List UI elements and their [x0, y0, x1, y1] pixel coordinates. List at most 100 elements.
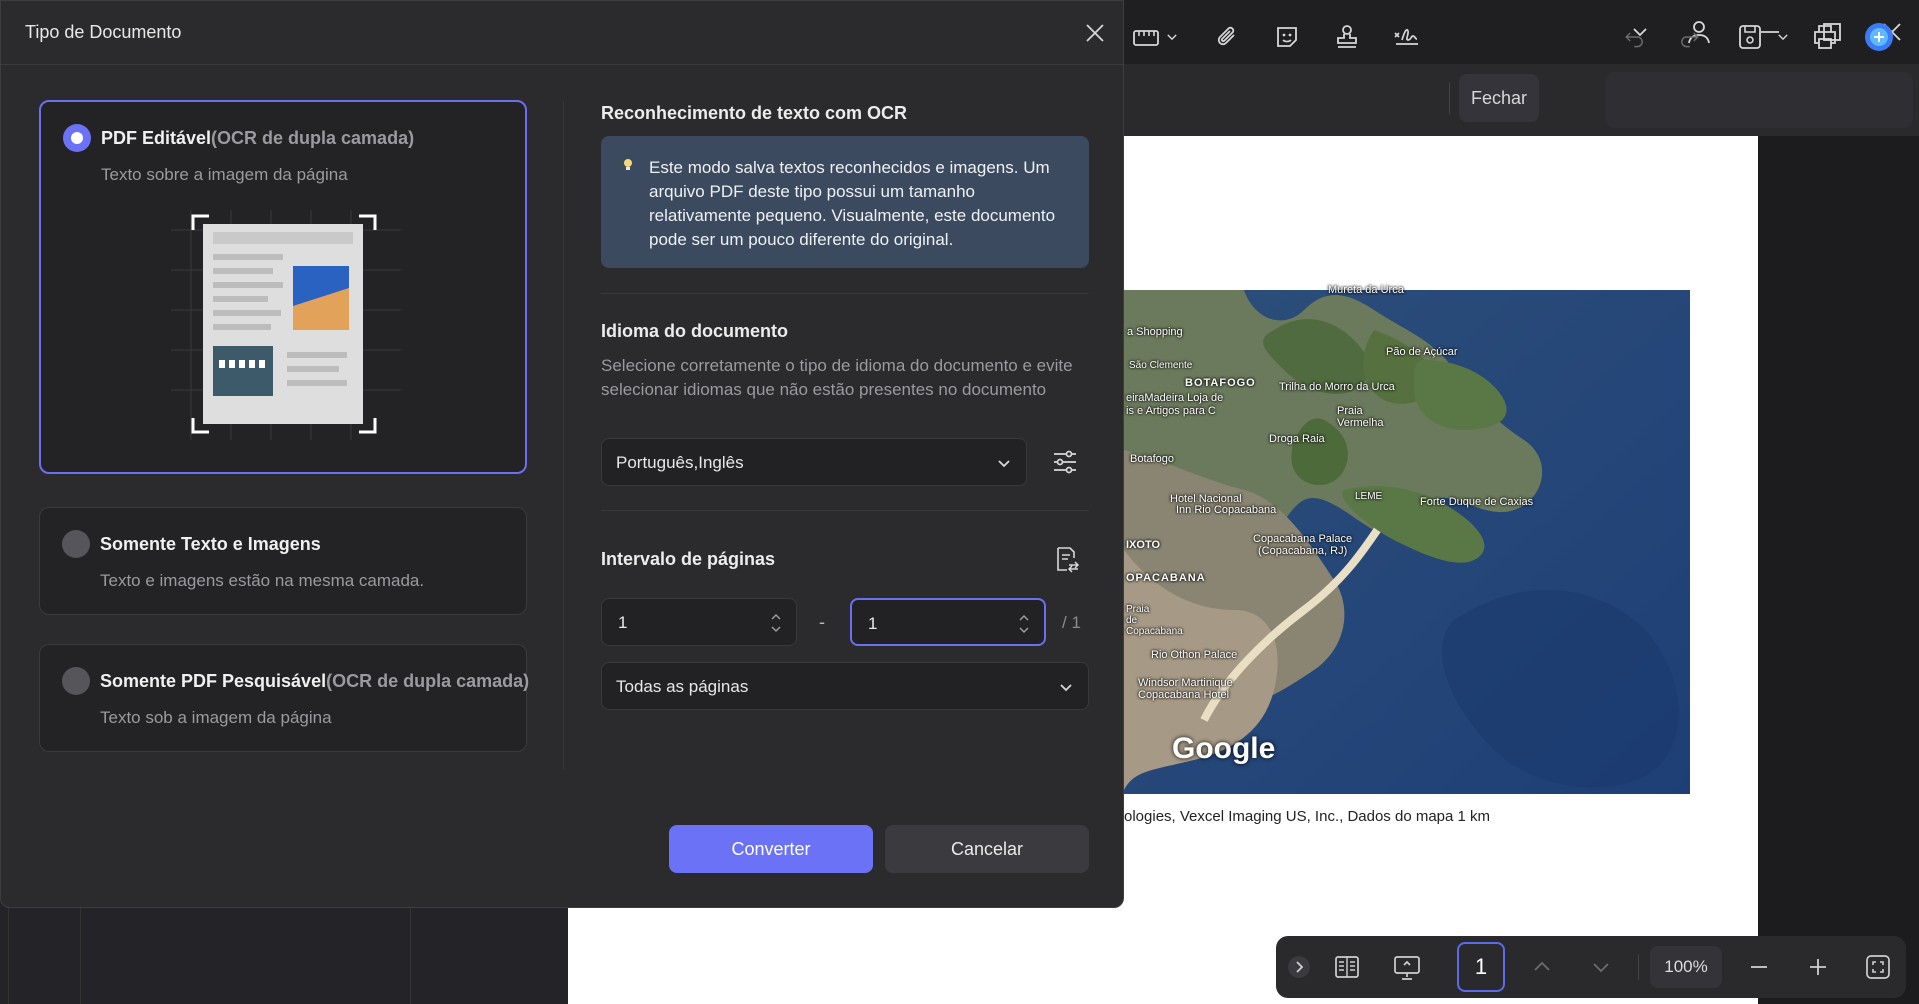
stepper-icon[interactable] — [1018, 610, 1030, 638]
zoom-level[interactable]: 100% — [1650, 946, 1722, 988]
file-actions-group — [1605, 72, 1913, 128]
dialog-column-divider — [563, 101, 564, 769]
language-section-title: Idioma do documento — [601, 321, 788, 341]
page-range-swap-icon[interactable] — [1048, 541, 1084, 577]
attachment-icon[interactable] — [1209, 18, 1247, 56]
fit-page-icon[interactable] — [1861, 950, 1895, 984]
map-label: Trilha do Morro da Urca — [1279, 381, 1395, 393]
ocr-info-text: Este modo salva textos reconhecidos e im… — [649, 158, 1056, 249]
document-illustration — [171, 210, 401, 440]
signature-icon[interactable] — [1388, 18, 1426, 56]
cancel-button[interactable]: Cancelar — [885, 825, 1089, 873]
panel-divider — [410, 900, 411, 1004]
map-label: OPACABANA — [1126, 572, 1206, 584]
save-icon[interactable] — [1731, 18, 1769, 56]
language-description: Selecione corretamente o tipo de idioma … — [601, 356, 1073, 399]
save-dropdown-chevron-icon[interactable] — [1773, 18, 1793, 56]
radio-text-and-images[interactable] — [62, 530, 90, 558]
map-label: Copacabana Palace — [1253, 533, 1353, 545]
map-label: Mureta da Urca — [1328, 284, 1404, 296]
language-select-value: Português,Inglês — [616, 453, 744, 472]
map-label: Rio Othon Palace — [1151, 649, 1238, 661]
map-label: Pão de Açúcar — [1386, 346, 1458, 358]
document-type-dialog: Tipo de Documento PDF Editável(OCR de du… — [0, 0, 1124, 908]
map-label: Droga Raia — [1269, 433, 1325, 445]
panel-divider — [8, 900, 9, 1004]
map-label: a Shopping — [1127, 326, 1183, 338]
option-subtitle: Texto sob a imagem da página — [100, 708, 332, 727]
map-label: is e Artigos para C — [1126, 405, 1216, 417]
map-label: Forte Duque de Caxias — [1420, 496, 1534, 508]
next-page-icon[interactable] — [1584, 950, 1618, 984]
bottom-bar-separator — [1638, 954, 1639, 980]
map-label: Praia de Copacabana — [1126, 604, 1183, 637]
page-from-value: 1 — [618, 613, 628, 632]
language-select[interactable]: Português,Inglês — [601, 438, 1027, 486]
map-label: Praia Vermelha — [1337, 405, 1384, 429]
close-annotation-button[interactable]: Fechar — [1459, 74, 1539, 122]
option-subtitle: Texto e imagens estão na mesma camada. — [100, 571, 425, 590]
close-icon[interactable] — [1079, 17, 1111, 49]
google-logo: Google — [1172, 732, 1276, 765]
page-number-input[interactable]: 1 — [1457, 942, 1505, 992]
page-layout-icon[interactable] — [1330, 950, 1364, 984]
map-label: (Copacabana, RJ) — [1258, 545, 1348, 557]
ocr-section-title: Reconhecimento de texto com OCR — [601, 103, 908, 123]
stamp-icon[interactable] — [1328, 18, 1366, 56]
radio-searchable-pdf[interactable] — [62, 667, 90, 695]
chevron-down-icon — [998, 460, 1010, 468]
map-label: Copacabana Hotel — [1138, 689, 1230, 701]
panel-divider — [80, 900, 81, 1004]
page-to-input[interactable]: 1 — [850, 598, 1046, 646]
undo-icon[interactable] — [1616, 18, 1654, 56]
map-label: LEME — [1355, 491, 1383, 502]
map-label: BOTAFOGO — [1185, 377, 1256, 389]
dialog-header: Tipo de Documento — [1, 1, 1123, 65]
option-title: PDF Editável(OCR de dupla camada) — [101, 128, 415, 148]
map-label: Botafogo — [1130, 453, 1175, 465]
chevron-down-icon — [1060, 684, 1072, 692]
presentation-icon[interactable] — [1390, 950, 1424, 984]
option-searchable-pdf[interactable]: Somente PDF Pesquisável(OCR de dupla cam… — [39, 644, 530, 752]
sticker-icon[interactable] — [1268, 18, 1306, 56]
expand-panel-icon[interactable] — [1284, 950, 1314, 984]
print-icon[interactable] — [1806, 18, 1844, 56]
range-separator: - — [819, 612, 825, 632]
option-title: Somente PDF Pesquisável(OCR de dupla cam… — [100, 671, 530, 691]
zoom-out-icon[interactable] — [1742, 950, 1776, 984]
page-range-section-title: Intervalo de páginas — [601, 549, 776, 569]
page-scope-select[interactable]: Todas as páginas — [601, 662, 1089, 710]
ruler-dropdown-chevron-icon[interactable] — [1162, 18, 1182, 56]
redo-icon[interactable] — [1670, 18, 1708, 56]
toolbar-separator — [1449, 82, 1450, 114]
previous-page-icon[interactable] — [1525, 950, 1559, 984]
section-separator — [601, 510, 1089, 511]
map-label: São Clemente — [1129, 360, 1193, 371]
page-to-value: 1 — [868, 614, 878, 633]
option-subtitle: Texto sobre a imagem da página — [101, 165, 348, 184]
radio-editable-pdf[interactable] — [63, 124, 91, 152]
section-separator — [601, 293, 1089, 294]
zoom-in-icon[interactable] — [1801, 950, 1835, 984]
page-from-input[interactable]: 1 — [601, 598, 797, 646]
option-text-and-images[interactable]: Somente Texto e Imagens Texto e imagens … — [39, 507, 527, 615]
map-label: IXOTO — [1126, 539, 1161, 551]
convert-button[interactable]: Converter — [669, 825, 873, 873]
stepper-icon[interactable] — [770, 609, 782, 637]
ruler-icon[interactable] — [1127, 18, 1165, 56]
page-scope-value: Todas as páginas — [616, 677, 749, 696]
language-settings-sliders-icon[interactable] — [1047, 444, 1083, 480]
option-editable-pdf[interactable]: PDF Editável(OCR de dupla camada) Texto … — [39, 100, 527, 474]
map-label: Windsor Martinique — [1138, 677, 1233, 689]
ai-assistant-icon[interactable] — [1860, 18, 1898, 56]
option-title: Somente Texto e Imagens — [100, 534, 321, 554]
satellite-map-image — [1124, 290, 1690, 794]
thumbnail-panel — [0, 900, 568, 1004]
map-credit: ologies, Vexcel Imaging US, Inc., Dados … — [1124, 808, 1491, 825]
page-total: / 1 — [1062, 613, 1081, 632]
map-label: eiraMadeira Loja de — [1126, 392, 1224, 404]
dialog-title: Tipo de Documento — [25, 22, 182, 42]
ocr-info-box: Este modo salva textos reconhecidos e im… — [601, 136, 1089, 268]
lightbulb-icon — [624, 159, 632, 170]
map-label: Inn Rio Copacabana — [1176, 504, 1277, 516]
